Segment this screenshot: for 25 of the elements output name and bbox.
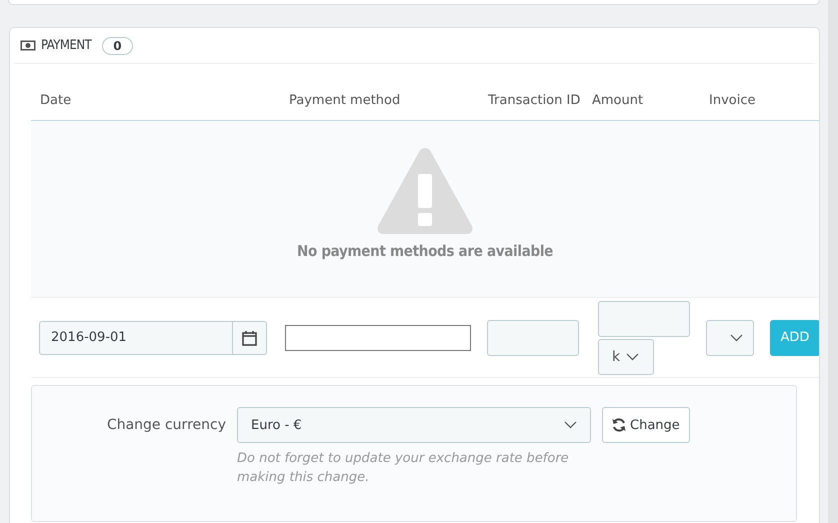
warning-icon	[376, 146, 474, 236]
transaction-id-field[interactable]	[487, 320, 579, 356]
chevron-icon	[626, 352, 640, 360]
currency-select[interactable]: Euro - €	[237, 407, 591, 443]
help-text: Do not forget to update your exchange rate before making this change.	[237, 450, 570, 487]
chevron-icon	[730, 334, 743, 342]
refresh-icon	[612, 418, 626, 432]
date-field[interactable]: 2016-09-01	[39, 320, 267, 354]
field-label: Change currency	[106, 416, 227, 435]
invoice-select[interactable]	[706, 320, 754, 356]
money-icon	[20, 40, 36, 51]
column-header: Amount	[592, 93, 644, 108]
amount-field[interactable]	[598, 300, 690, 336]
panel-title: PAYMENT	[41, 38, 92, 53]
count-badge: 0	[102, 36, 133, 54]
calendar-icon	[242, 330, 257, 346]
column-header: Transaction ID	[487, 93, 582, 108]
empty-message: No payment methods are available	[296, 242, 554, 260]
chevron-icon	[564, 421, 577, 429]
currency-select[interactable]: k	[598, 338, 654, 374]
column-header: Date	[39, 93, 72, 108]
payment-method-field[interactable]	[285, 324, 471, 350]
column-header: Invoice	[708, 93, 756, 108]
column-header: Payment method	[288, 93, 402, 108]
change-button[interactable]: Change	[602, 407, 690, 443]
